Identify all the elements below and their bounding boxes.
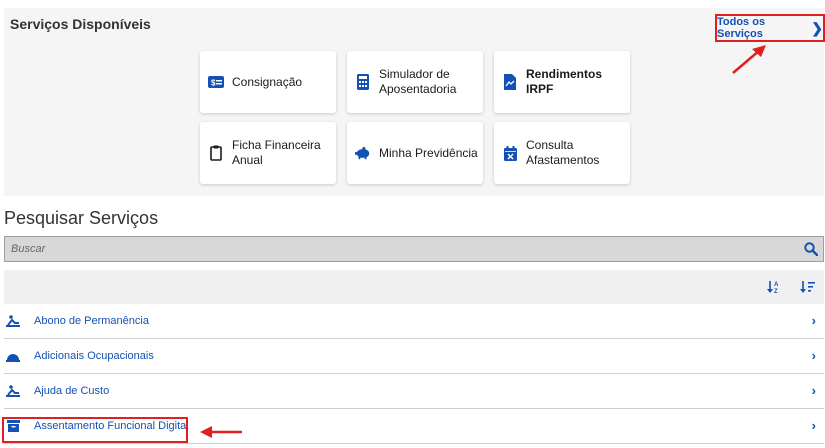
card-label: Consignação	[232, 74, 303, 89]
list-item-adicionais[interactable]: Adicionais Ocupacionais ›	[4, 339, 824, 374]
archive-box-icon	[6, 419, 20, 433]
list-item-assentamento[interactable]: Assentamento Funcional Digital ›	[4, 409, 824, 444]
card-minha-previdencia[interactable]: Minha Previdência	[347, 122, 483, 184]
chevron-right-icon: ›	[811, 348, 816, 363]
card-label: Ficha Financeira Anual	[232, 138, 321, 167]
list-item-ajuda-custo[interactable]: Ajuda de Custo ›	[4, 374, 824, 409]
helmet-icon	[6, 349, 20, 363]
svg-text:A: A	[774, 282, 779, 288]
card-rendimentos[interactable]: Rendimentos IRPF	[494, 51, 630, 113]
sort-list-icon[interactable]	[799, 278, 817, 296]
card-simulador[interactable]: Simulador de Aposentadoria	[347, 51, 483, 113]
calendar-x-icon	[502, 145, 518, 161]
calculator-icon	[355, 74, 371, 90]
list-item-label: Abono de Permanência	[34, 315, 149, 327]
chevron-right-icon: ›	[811, 313, 816, 328]
card-consulta-afastamentos[interactable]: Consulta Afastamentos	[494, 122, 630, 184]
document-icon	[502, 74, 518, 90]
svg-text:$: $	[211, 79, 216, 88]
money-card-icon: $	[208, 74, 224, 90]
chevron-right-icon: ❯	[811, 19, 823, 36]
all-services-link[interactable]: Todos os Serviços ❯	[715, 14, 825, 42]
clipboard-icon	[208, 145, 224, 161]
sort-alpha-icon[interactable]: AZ	[766, 278, 784, 296]
panel-title: Serviços Disponíveis	[10, 16, 151, 32]
search-box	[4, 236, 824, 262]
search-title: Pesquisar Serviços	[4, 208, 159, 228]
card-label: Rendimentos IRPF	[526, 67, 603, 96]
search-icon[interactable]	[799, 237, 823, 261]
list-item-abono[interactable]: Abono de Permanência ›	[4, 304, 824, 339]
person-relax-icon	[6, 314, 20, 328]
person-relax-icon	[6, 384, 20, 398]
chevron-right-icon: ›	[811, 418, 816, 433]
chevron-right-icon: ›	[811, 383, 816, 398]
card-label: Minha Previdência	[379, 145, 478, 160]
services-list: Abono de Permanência › Adicionais Ocupac…	[4, 304, 824, 444]
piggy-bank-icon	[355, 145, 371, 161]
svg-text:Z: Z	[774, 289, 778, 294]
search-input[interactable]	[5, 236, 799, 262]
sort-bar: AZ	[4, 270, 824, 304]
card-label: Consulta Afastamentos	[526, 138, 600, 167]
all-services-label: Todos os Serviços	[717, 16, 766, 40]
card-ficha-financeira[interactable]: Ficha Financeira Anual	[200, 122, 336, 184]
list-item-label: Assentamento Funcional Digital	[34, 420, 189, 432]
list-item-label: Ajuda de Custo	[34, 385, 110, 397]
list-item-label: Adicionais Ocupacionais	[34, 350, 154, 362]
card-label: Simulador de Aposentadoria	[379, 67, 457, 96]
card-consignacao[interactable]: $ Consignação	[200, 51, 336, 113]
